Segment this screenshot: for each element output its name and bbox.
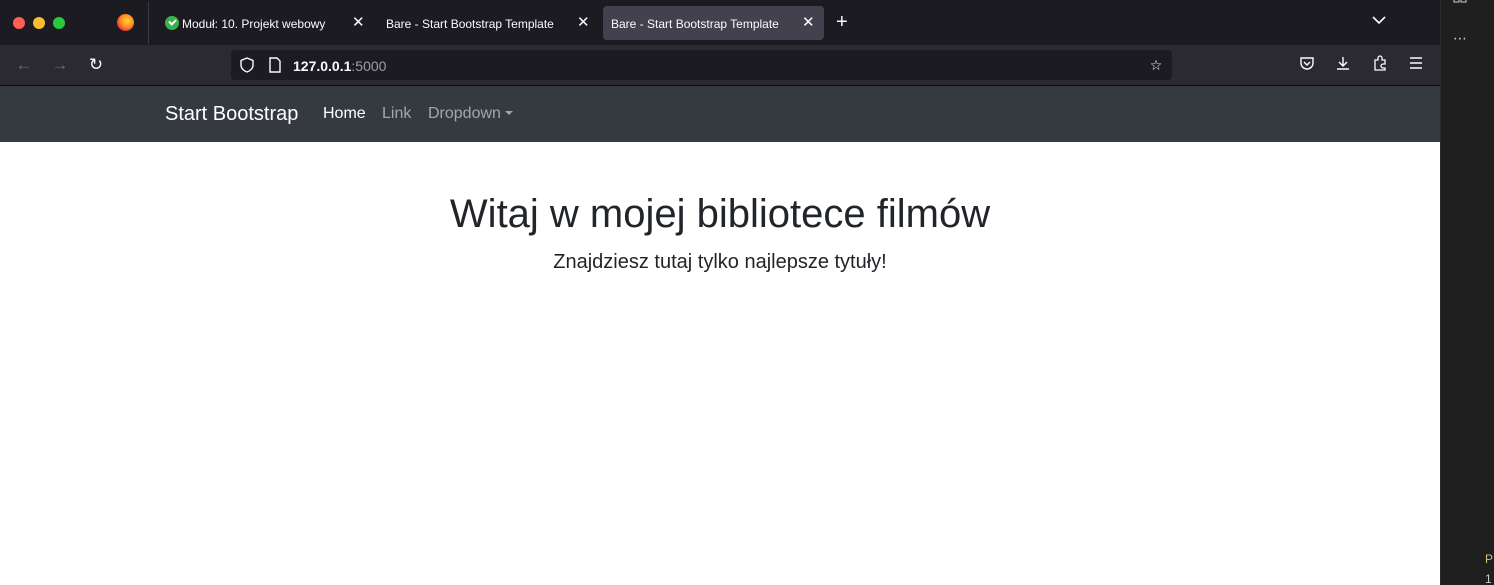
tab-close-icon[interactable]: ✕: [352, 13, 365, 31]
bookmark-star-icon[interactable]: ☆: [1148, 57, 1164, 73]
lead-text: Znajdziesz tutaj tylko najlepsze tytuły!: [553, 251, 887, 273]
menu-icon[interactable]: [1406, 55, 1426, 75]
layout-grid-icon[interactable]: [1453, 0, 1467, 10]
minimize-window-button[interactable]: [33, 17, 45, 29]
url-host: 127.0.0.1: [293, 58, 352, 74]
tab-title: Bare - Start Bootstrap Template: [611, 17, 779, 31]
navigation-toolbar: ← → ↻ 127.0.0.1:5000 ☆: [0, 45, 1440, 86]
back-arrow-icon[interactable]: ←: [14, 55, 34, 75]
tab-divider: [148, 2, 149, 44]
side-glyph: 1: [1485, 572, 1492, 585]
tab-bare-template[interactable]: Bare - Start Bootstrap Template ✕: [378, 6, 600, 40]
reload-icon[interactable]: ↻: [86, 55, 106, 75]
side-editor-panel: ⋯ P 1: [1440, 0, 1494, 585]
screen: Moduł: 10. Projekt webowy ✕ Bare - Start…: [0, 0, 1494, 585]
side-glyph: P: [1485, 552, 1494, 566]
shield-icon[interactable]: [239, 57, 255, 73]
forward-arrow-icon[interactable]: →: [50, 55, 70, 75]
main-content: Witaj w mojej bibliotece filmów Znajdzie…: [0, 142, 1440, 585]
more-options-icon[interactable]: ⋯: [1453, 30, 1467, 47]
zoom-window-button[interactable]: [53, 17, 65, 29]
tab-projekt-webowy[interactable]: Moduł: 10. Projekt webowy ✕: [152, 6, 374, 40]
pocket-icon[interactable]: [1297, 55, 1317, 75]
tab-title: Moduł: 10. Projekt webowy: [182, 17, 326, 31]
tab-list-chevron-icon[interactable]: [1372, 12, 1386, 28]
extensions-icon[interactable]: [1370, 55, 1390, 75]
site-navbar: Start Bootstrap Home Link Dropdown: [0, 86, 1440, 142]
download-icon[interactable]: [1333, 55, 1353, 75]
nav-link-home[interactable]: Home: [323, 105, 366, 123]
navbar-brand[interactable]: Start Bootstrap: [165, 103, 298, 126]
url-text[interactable]: 127.0.0.1:5000: [293, 58, 386, 74]
nav-link-link[interactable]: Link: [382, 105, 411, 123]
new-tab-icon[interactable]: +: [836, 12, 848, 32]
tab-bare-template-active[interactable]: Bare - Start Bootstrap Template ✕: [603, 6, 824, 40]
nav-dropdown-label: Dropdown: [428, 105, 501, 122]
tab-favicon-icon: [165, 16, 179, 30]
url-port: :5000: [351, 58, 387, 74]
caret-down-icon: [504, 111, 513, 115]
address-bar[interactable]: 127.0.0.1:5000 ☆: [231, 50, 1172, 80]
page-icon[interactable]: [267, 57, 283, 73]
firefox-icon[interactable]: [117, 14, 134, 31]
tab-strip: Moduł: 10. Projekt webowy ✕ Bare - Start…: [0, 0, 1440, 45]
nav-dropdown[interactable]: Dropdown: [428, 105, 513, 123]
tab-close-icon[interactable]: ✕: [802, 13, 815, 31]
browser-window: Moduł: 10. Projekt webowy ✕ Bare - Start…: [0, 0, 1440, 585]
page-title: Witaj w mojej bibliotece filmów: [449, 192, 991, 236]
tab-close-icon[interactable]: ✕: [577, 13, 590, 31]
tab-title: Bare - Start Bootstrap Template: [386, 17, 554, 31]
close-window-button[interactable]: [13, 17, 25, 29]
